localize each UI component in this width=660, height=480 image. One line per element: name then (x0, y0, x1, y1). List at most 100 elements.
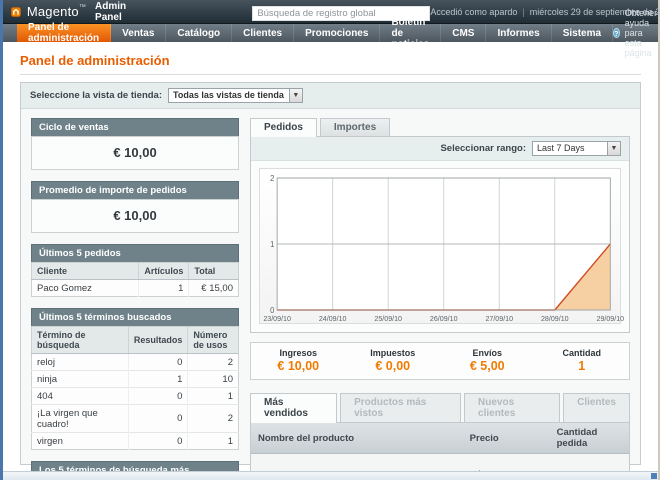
widget-title: Últimos 5 pedidos (31, 244, 239, 262)
cell-results: 1 (128, 371, 188, 388)
range-select[interactable]: Last 7 Days ▼ (532, 141, 621, 156)
nav-item-clientes[interactable]: Clientes (232, 24, 294, 42)
table-row[interactable]: Paco Gomez 1 € 15,00 (32, 280, 239, 297)
lifetime-sales-value: € 10,00 (113, 145, 156, 160)
total-value: 1 (535, 359, 630, 373)
tab-importes[interactable]: Importes (320, 118, 390, 136)
widget-title: Ciclo de ventas (31, 118, 239, 136)
table-row[interactable]: reloj 0 2 (32, 354, 239, 371)
totals-bar: Ingresos € 10,00 Impuestos € 0,00 Envíos… (250, 342, 630, 380)
widget-lifetime-sales: Ciclo de ventas € 10,00 (31, 118, 239, 170)
tab-productos-mas-vistos[interactable]: Productos más vistos (340, 393, 461, 422)
nav-item-ventas[interactable]: Ventas (111, 24, 166, 42)
tab-pedidos[interactable]: Pedidos (250, 118, 317, 137)
last-searches-table: Término de búsqueda Resultados Número de… (31, 326, 239, 450)
resize-handle-icon[interactable] (651, 473, 657, 479)
logged-in-as: Accedió como apardo (430, 7, 517, 17)
column-header[interactable]: Resultados (128, 327, 188, 354)
total-label: Ingresos (251, 348, 346, 358)
grid-tabs: Más vendidos Productos más vistos Nuevos… (250, 393, 630, 422)
separator: | (522, 7, 524, 17)
table-row[interactable]: virgen 0 1 (32, 433, 239, 450)
page-title: Panel de administración (20, 50, 641, 75)
svg-text:25/09/10: 25/09/10 (374, 314, 402, 323)
cell-uses: 1 (188, 388, 239, 405)
trademark-symbol: ™ (79, 4, 86, 11)
total-cantidad: Cantidad 1 (535, 348, 630, 373)
nav-item-sistema[interactable]: Sistema (552, 24, 613, 42)
cell-term: ¡La virgen que cuadro! (32, 405, 129, 433)
cell-uses: 1 (188, 433, 239, 450)
cell-term: reloj (32, 354, 129, 371)
total-label: Envíos (440, 348, 535, 358)
magento-logo-icon (11, 4, 21, 20)
table-row[interactable]: 404 0 1 (32, 388, 239, 405)
nav-item-informes[interactable]: Informes (486, 24, 551, 42)
column-header[interactable]: Número de usos (188, 327, 239, 354)
svg-text:23/09/10: 23/09/10 (263, 314, 291, 323)
column-header[interactable]: Cantidad pedida (550, 423, 629, 454)
column-header[interactable]: Nombre del producto (251, 423, 463, 454)
range-label: Seleccionar rango: (440, 143, 526, 154)
browser-frame: Magento™ Admin Panel Accedió como apardo… (0, 0, 660, 480)
total-value: € 0,00 (346, 359, 441, 373)
range-bar: Seleccionar rango: Last 7 Days ▼ (251, 137, 629, 161)
nav-item-catalogo[interactable]: Catálogo (166, 24, 232, 42)
nav-item-cms[interactable]: CMS (441, 24, 486, 42)
total-impuestos: Impuestos € 0,00 (346, 348, 441, 373)
total-ingresos: Ingresos € 10,00 (251, 348, 346, 373)
cell-results: 0 (128, 388, 188, 405)
orders-chart: 01223/09/1024/09/1025/09/1026/09/1027/09… (259, 168, 621, 324)
widget-title: Últimos 5 términos buscados (31, 308, 239, 326)
store-view-value: Todas las vistas de tienda (169, 89, 289, 102)
store-view-select[interactable]: Todas las vistas de tienda ▼ (168, 88, 303, 103)
total-label: Impuestos (346, 348, 441, 358)
orders-area-chart: 01223/09/1024/09/1025/09/1026/09/1027/09… (262, 173, 616, 323)
column-header[interactable]: Precio (463, 423, 550, 454)
store-switcher-bar: Seleccione la vista de tienda: Todas las… (21, 83, 640, 109)
cell-customer: Paco Gomez (32, 280, 139, 297)
help-icon: ? (613, 28, 620, 38)
svg-text:1: 1 (270, 240, 274, 249)
chevron-down-icon: ▼ (607, 142, 620, 155)
orders-tab-panel: Seleccionar rango: Last 7 Days ▼ 01223/0… (250, 136, 630, 333)
table-row[interactable]: ninja 1 10 (32, 371, 239, 388)
widget-last-searches: Últimos 5 términos buscados Término de b… (31, 308, 239, 450)
tab-nuevos-clientes[interactable]: Nuevos clientes (464, 393, 560, 422)
svg-text:24/09/10: 24/09/10 (319, 314, 347, 323)
column-header[interactable]: Total (189, 263, 239, 280)
last-orders-table: Cliente Artículos Total Paco Gomez 1 € 1… (31, 262, 239, 297)
svg-text:28/09/10: 28/09/10 (541, 314, 569, 323)
range-value: Last 7 Days (533, 142, 607, 155)
total-value: € 10,00 (251, 359, 346, 373)
total-value: € 5,00 (440, 359, 535, 373)
widget-title: Promedio de importe de pedidos (31, 181, 239, 199)
magento-logo: Magento™ Admin Panel (11, 1, 132, 23)
cell-uses: 2 (188, 405, 239, 433)
table-row[interactable]: ¡La virgen que cuadro! 0 2 (32, 405, 239, 433)
total-label: Cantidad (535, 348, 630, 358)
dashboard-box: Seleccione la vista de tienda: Todas las… (20, 82, 641, 465)
nav-item-boletin[interactable]: Boletín de noticias (380, 24, 441, 42)
svg-text:2: 2 (270, 174, 274, 183)
help-label: Obtener ayuda para esta página (625, 8, 660, 58)
cell-term: 404 (32, 388, 129, 405)
tab-mas-vendidos[interactable]: Más vendidos (250, 393, 337, 423)
cell-results: 0 (128, 433, 188, 450)
cell-term: ninja (32, 371, 129, 388)
cell-items: 1 (139, 280, 189, 297)
diagram-tabs: Pedidos Importes (250, 118, 630, 136)
column-header[interactable]: Cliente (32, 263, 139, 280)
cell-results: 0 (128, 354, 188, 371)
column-header[interactable]: Artículos (139, 263, 189, 280)
widget-last-orders: Últimos 5 pedidos Cliente Artículos Tota… (31, 244, 239, 297)
nav-item-promociones[interactable]: Promociones (294, 24, 380, 42)
help-link[interactable]: ? Obtener ayuda para esta página (613, 24, 660, 42)
nav-item-dashboard[interactable]: Panel de administración (17, 24, 111, 42)
average-orders-value: € 10,00 (113, 208, 156, 223)
total-envios: Envíos € 5,00 (440, 348, 535, 373)
column-header[interactable]: Término de búsqueda (32, 327, 129, 354)
svg-text:26/09/10: 26/09/10 (430, 314, 458, 323)
page-content: Panel de administración Seleccione la vi… (3, 42, 658, 465)
tab-clientes[interactable]: Clientes (563, 393, 630, 422)
